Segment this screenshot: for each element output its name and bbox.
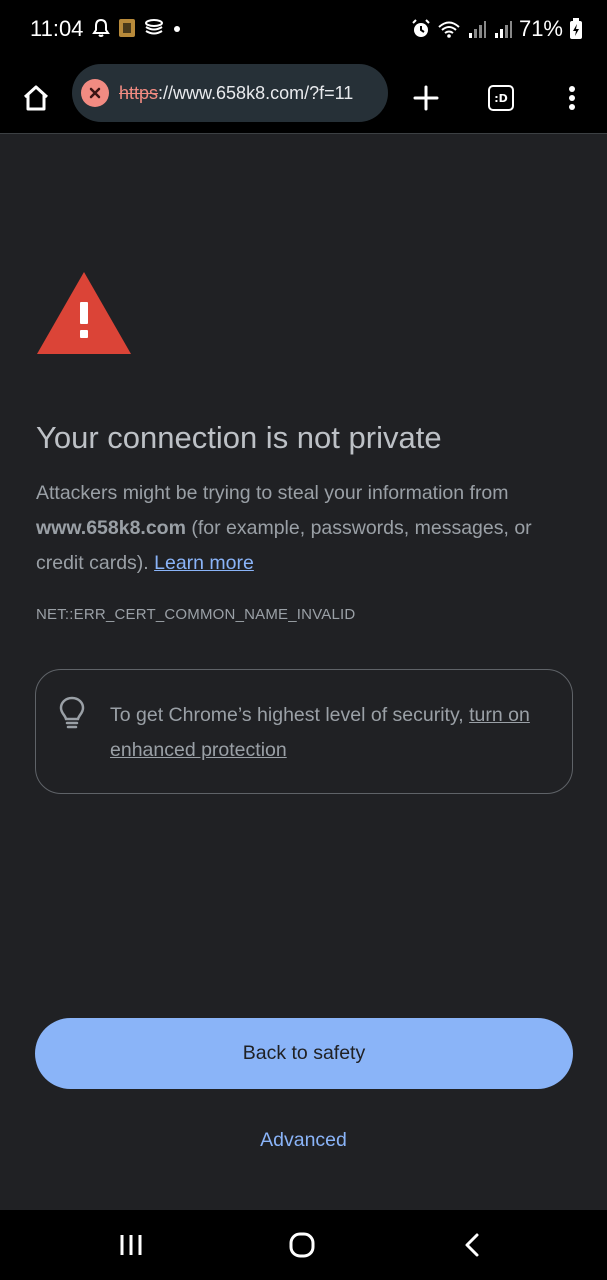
enhanced-protection-promo: To get Chrome’s highest level of securit… (35, 669, 573, 794)
alarm-icon (412, 19, 430, 37)
back-nav-button[interactable] (452, 1227, 492, 1263)
not-secure-icon[interactable] (81, 79, 109, 107)
recents-button[interactable] (111, 1227, 151, 1263)
status-notification-icons (92, 18, 182, 38)
lightbulb-icon (59, 696, 85, 729)
learn-more-link[interactable]: Learn more (154, 552, 254, 574)
status-time: 11:04 (30, 16, 84, 41)
enhanced-protection-message: To get Chrome’s highest level of securit… (110, 704, 470, 726)
signal-icon (468, 21, 486, 38)
signal-icon (494, 21, 512, 38)
dot-icon (174, 26, 180, 32)
url-scheme: https (119, 82, 159, 103)
status-bar: 11:04 71% (0, 0, 607, 62)
error-code: NET::ERR_CERT_COMMON_NAME_INVALID (36, 606, 356, 623)
battery-charging-icon (570, 18, 582, 39)
url-bar[interactable]: https://www.658k8.com/?f=11 (72, 64, 388, 122)
tab-switcher-button[interactable]: :D (478, 76, 524, 120)
url-host-path: ://www.658k8.com/?f=11 (158, 82, 354, 103)
menu-button[interactable] (552, 76, 592, 120)
main-message: Attackers might be trying to steal your … (36, 476, 576, 581)
message-text: Attackers might be trying to steal your … (36, 482, 509, 504)
plus-icon (413, 85, 439, 111)
advanced-button[interactable]: Advanced (0, 1128, 607, 1153)
page-title: Your connection is not private (36, 420, 442, 455)
home-icon (23, 85, 49, 111)
warning-triangle-icon (37, 272, 131, 354)
home-nav-button[interactable] (282, 1227, 322, 1263)
url-text: https://www.658k8.com/?f=11 (119, 83, 353, 104)
new-tab-button[interactable] (404, 76, 448, 120)
wifi-icon (438, 21, 460, 38)
app-notification-icon (119, 19, 135, 37)
battery-percentage: 71% (518, 16, 563, 41)
browser-toolbar: https://www.658k8.com/?f=11 :D (0, 62, 607, 134)
tab-switcher-icon: :D (488, 85, 514, 111)
navigation-bar (0, 1210, 607, 1280)
stack-icon (145, 19, 163, 35)
message-domain: www.658k8.com (36, 517, 186, 539)
status-system-icons: 71% (411, 16, 583, 42)
more-vert-icon (569, 86, 575, 110)
back-icon (465, 1233, 479, 1257)
home-circle-icon (289, 1232, 315, 1258)
back-to-safety-button[interactable]: Back to safety (35, 1018, 573, 1089)
bell-icon (92, 18, 110, 37)
recents-icon (120, 1235, 142, 1255)
enhanced-protection-text: To get Chrome’s highest level of securit… (110, 698, 550, 768)
home-button[interactable] (14, 76, 58, 120)
